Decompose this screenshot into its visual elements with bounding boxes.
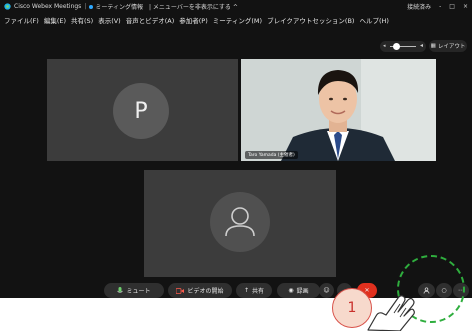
layout-button[interactable]: ▦ レイアウト [429,40,467,52]
menu-edit[interactable]: 編集(E) [44,15,66,25]
mute-button[interactable]: ミュート [104,283,164,298]
speaker-high-icon: ◂ [419,42,423,49]
record-button[interactable]: ◉ 録画 [277,283,320,298]
close-button[interactable]: × [463,3,468,10]
menu-help[interactable]: ヘルプ(H) [359,15,388,25]
webex-logo-icon [4,3,11,10]
app-name: Cisco Webex Meetings [14,3,82,10]
grid-icon: ▦ [430,43,436,49]
share-button[interactable]: ↑ 共有 [236,283,272,298]
volume-knob[interactable] [393,43,400,50]
hide-menubar-toggle[interactable]: | メニューバーを非表示にする ^ [149,2,238,11]
menu-audio-video[interactable]: 音声とビデオ(A) [126,15,175,25]
menu-share[interactable]: 共有(S) [71,15,93,25]
meeting-info-icon [89,4,94,9]
video-tile-self[interactable] [144,170,336,277]
volume-slider[interactable]: ◂ ◂ [380,41,426,52]
title-bar: Cisco Webex Meetings | ミーティング情報 | メニューバー… [0,0,472,13]
menu-breakout[interactable]: ブレイクアウトセッション(B) [267,15,354,25]
avatar [210,192,270,252]
record-label: 録画 [296,288,309,295]
menu-bar: ファイル(F) 編集(E) 共有(S) 表示(V) 音声とビデオ(A) 参加者(… [0,13,472,26]
avatar-initial: P [134,98,148,124]
avatar: P [113,83,169,139]
share-label: 共有 [252,288,265,295]
start-video-button[interactable]: ビデオの開始 [168,283,232,298]
record-icon: ◉ [288,287,294,294]
minimize-button[interactable]: - [439,3,441,10]
speaker-low-icon: ◂ [383,43,386,49]
host-video-image [241,59,436,161]
menu-view[interactable]: 表示(V) [98,15,121,25]
menu-file[interactable]: ファイル(F) [4,15,39,25]
video-camera-icon [176,287,185,294]
step-number: 1 [347,300,357,316]
share-icon: ↑ [243,287,249,294]
window-controls: 接続済み - □ × [407,0,468,13]
video-tile-participant-p[interactable]: P [47,59,238,161]
microphone-icon [117,286,124,293]
menu-meeting[interactable]: ミーティング(M) [213,15,262,25]
webex-meeting-window: Cisco Webex Meetings | ミーティング情報 | メニューバー… [0,0,472,298]
reactions-button[interactable]: ☺ [319,283,334,298]
layout-label: レイアウト [437,44,466,50]
menu-participants[interactable]: 参加者(P) [179,15,208,25]
start-video-label: ビデオの開始 [187,288,224,295]
hand-pointer-icon [367,295,415,331]
video-tile-host[interactable]: Taro Yamada (主催者) [241,59,436,161]
maximize-button[interactable]: □ [449,3,455,10]
person-icon [225,207,255,237]
emoji-icon: ☺ [323,287,330,294]
connection-status[interactable]: 接続済み [407,2,431,11]
meeting-info-link[interactable]: ミーティング情報 [95,2,143,11]
mute-label: ミュート [126,288,151,295]
host-name-tag: Taro Yamada (主催者) [245,151,298,159]
